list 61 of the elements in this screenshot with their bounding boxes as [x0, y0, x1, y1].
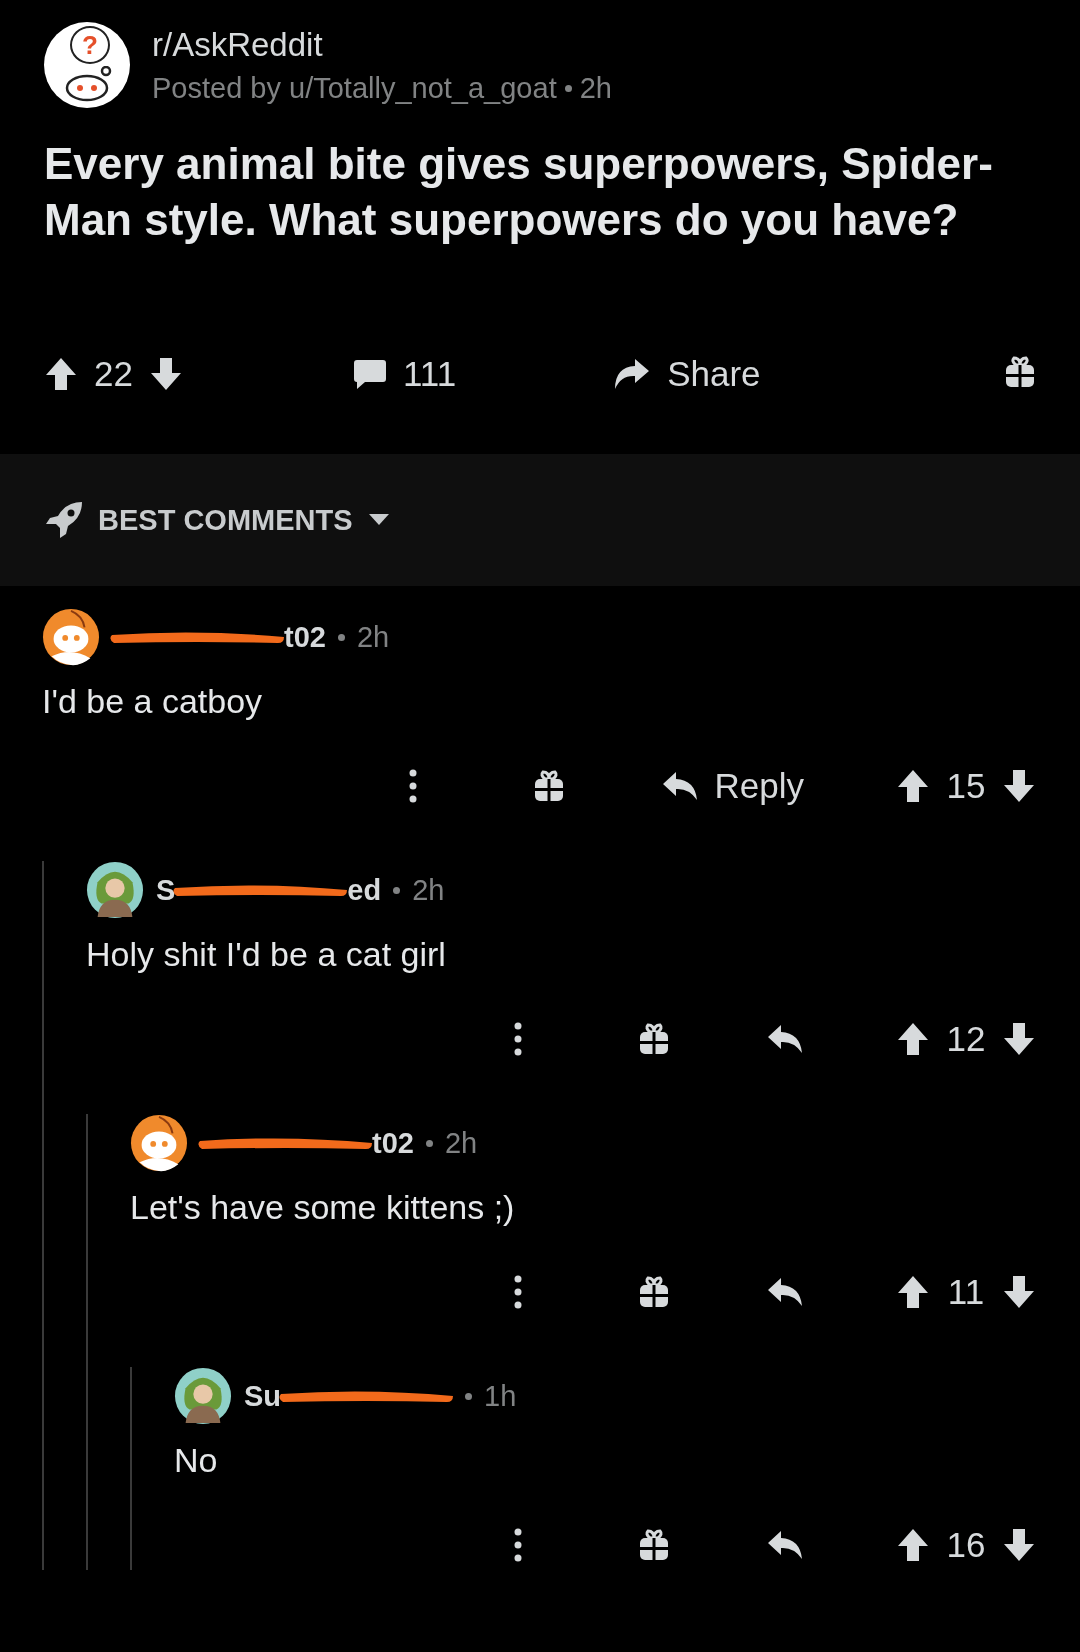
- comment-icon[interactable]: [352, 358, 387, 390]
- reply-icon[interactable]: [766, 1023, 804, 1055]
- gift-icon[interactable]: [638, 1275, 670, 1309]
- more-options-icon[interactable]: [514, 1528, 522, 1562]
- avatar-icon[interactable]: [86, 861, 144, 919]
- more-options-icon[interactable]: [514, 1022, 522, 1056]
- comment-time: 1h: [484, 1379, 517, 1413]
- separator-dot: [337, 633, 345, 641]
- avatar-icon[interactable]: [174, 1367, 232, 1425]
- vote-score: 12: [946, 1019, 986, 1059]
- comment-time: 2h: [444, 1126, 478, 1160]
- sort-button[interactable]: BEST COMMENTS: [98, 503, 389, 537]
- subreddit-name[interactable]: r/AskReddit: [152, 25, 612, 64]
- gift-icon[interactable]: [638, 1528, 670, 1562]
- upvote-icon[interactable]: [44, 356, 78, 392]
- gift-icon[interactable]: [1004, 355, 1036, 389]
- downvote-icon[interactable]: [1002, 1021, 1036, 1057]
- upvote-icon[interactable]: [896, 1527, 930, 1563]
- separator-dot: [465, 1392, 473, 1400]
- separator-dot: [425, 1139, 433, 1147]
- downvote-icon[interactable]: [1002, 1274, 1036, 1310]
- comment-text: Let's have some kittens ;): [130, 1188, 516, 1227]
- more-options-icon[interactable]: [408, 769, 417, 803]
- comment-time: 2h: [356, 620, 390, 654]
- username[interactable]: t02: [200, 1126, 414, 1160]
- comment-text: I'd be a catboy: [42, 682, 264, 721]
- post-time: 2h: [579, 71, 612, 105]
- share-button[interactable]: Share: [611, 354, 761, 394]
- question-mark: ?: [70, 26, 110, 64]
- upvote-icon[interactable]: [896, 1021, 930, 1057]
- gift-icon[interactable]: [638, 1022, 670, 1056]
- username[interactable]: S ed: [156, 873, 382, 907]
- more-options-icon[interactable]: [514, 1275, 522, 1309]
- vote-score: 22: [94, 354, 133, 394]
- comment-text: Holy shit I'd be a cat girl: [86, 935, 447, 974]
- comment-time: 2h: [412, 873, 445, 907]
- downvote-icon[interactable]: [1002, 1527, 1036, 1563]
- separator-dot: [564, 84, 572, 92]
- downvote-icon[interactable]: [148, 356, 183, 392]
- separator-dot: [393, 886, 401, 894]
- alien-avatar-icon[interactable]: [42, 608, 100, 666]
- post-title: Every animal bite gives superpowers, Spider-Man style. What superpowers do you have?: [44, 138, 994, 246]
- reply-button[interactable]: Reply: [660, 766, 804, 806]
- caret-icon: [368, 514, 389, 526]
- vote-score: 16: [946, 1525, 986, 1565]
- vote-score: 11: [946, 1272, 986, 1312]
- upvote-icon[interactable]: [896, 768, 930, 804]
- gift-icon[interactable]: [532, 769, 565, 803]
- comment-text: No: [174, 1441, 219, 1480]
- subreddit-avatar[interactable]: ?: [44, 22, 130, 108]
- reply-icon[interactable]: [766, 1529, 804, 1561]
- username[interactable]: Su: [244, 1379, 454, 1413]
- username[interactable]: t02: [112, 620, 326, 654]
- reply-icon[interactable]: [766, 1276, 804, 1308]
- posted-by: Posted by u/Totally_not_a_goat: [152, 71, 557, 105]
- vote-score: 15: [946, 766, 986, 806]
- alien-avatar-icon[interactable]: [130, 1114, 188, 1172]
- rocket-icon: [44, 500, 84, 540]
- upvote-icon[interactable]: [896, 1274, 930, 1310]
- comment-count[interactable]: 111: [402, 354, 457, 394]
- downvote-icon[interactable]: [1002, 768, 1036, 804]
